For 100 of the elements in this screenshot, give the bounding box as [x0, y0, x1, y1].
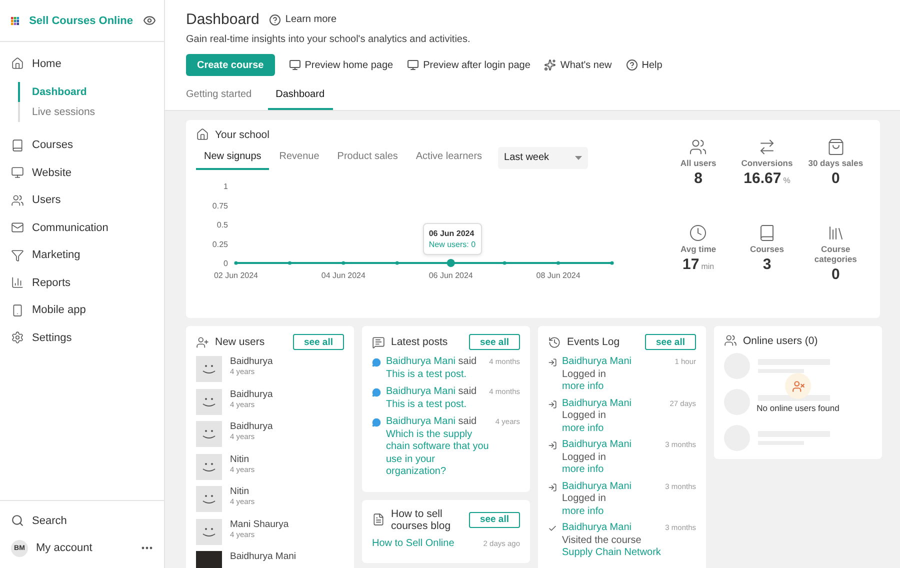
- event-link[interactable]: Supply Chain Network: [562, 547, 660, 560]
- nav-icon: [11, 248, 24, 262]
- stat-label: All users: [680, 158, 716, 168]
- see-all-button[interactable]: see all: [644, 334, 696, 350]
- comment-icon: [372, 358, 381, 367]
- blog-link[interactable]: How to Sell Online: [372, 538, 478, 550]
- nav-item[interactable]: Reports: [0, 269, 164, 296]
- stat-icon: [826, 224, 845, 242]
- stat-label: Course categories: [813, 244, 858, 264]
- nav-item[interactable]: Users: [0, 186, 164, 214]
- nav-item[interactable]: Courses: [0, 132, 164, 159]
- nav-icon: [11, 331, 24, 344]
- chart-tab[interactable]: New signups: [196, 145, 270, 170]
- nav-item[interactable]: Marketing: [0, 242, 164, 269]
- sparkle-icon: [544, 59, 556, 71]
- event-action: Logged in: [562, 410, 607, 422]
- toolbar-link[interactable]: Preview home page: [288, 59, 394, 71]
- post-link[interactable]: Which is the supply chain software that you use in your organization?: [386, 428, 490, 478]
- nav-item[interactable]: Settings: [0, 324, 164, 352]
- toolbar-link[interactable]: Help: [626, 59, 662, 71]
- event-user[interactable]: Baidhurya Mani: [562, 439, 660, 452]
- login-icon: [548, 358, 557, 367]
- data-point: [610, 261, 614, 265]
- event-user[interactable]: Baidhurya Mani: [562, 522, 660, 534]
- post-link[interactable]: This is a test post.: [386, 368, 484, 381]
- nav-icon: [11, 221, 24, 234]
- post-link[interactable]: This is a test post.: [386, 398, 484, 411]
- comment-icon: [372, 418, 381, 427]
- stat-icon: [689, 224, 708, 242]
- avatar-placeholder: [196, 518, 222, 544]
- stat-value: 0: [831, 170, 840, 187]
- stat-icon: [758, 224, 776, 242]
- history-icon: [548, 336, 561, 348]
- page-tab[interactable]: Getting started: [186, 82, 260, 110]
- empty-message: No online users found: [756, 403, 840, 413]
- post-author-line: Baidhurya Mani said: [386, 386, 478, 398]
- brand-name[interactable]: Sell Courses Online: [29, 14, 133, 26]
- nav-item[interactable]: Home: [0, 50, 164, 78]
- user-name: Baidhurya: [230, 356, 273, 368]
- user-name: Nitin: [230, 486, 250, 498]
- nav-item[interactable]: Mobile app: [0, 296, 164, 324]
- search-icon: [11, 514, 24, 528]
- chart-tab[interactable]: Active learners: [408, 145, 490, 170]
- nav-icon: [11, 276, 24, 290]
- chart-tab[interactable]: Product sales: [329, 145, 406, 170]
- data-point: [395, 261, 399, 265]
- data-point: [446, 259, 455, 267]
- page-tab[interactable]: Dashboard: [268, 82, 333, 110]
- data-point: [288, 261, 292, 265]
- message-icon: [372, 336, 385, 348]
- stat-label: Avg time: [680, 244, 716, 254]
- search-link[interactable]: Search: [0, 507, 164, 534]
- card-title: Latest posts: [372, 336, 448, 348]
- card-title: How to sell courses blog: [372, 508, 462, 532]
- data-point: [502, 261, 506, 265]
- avatar-placeholder: [196, 388, 222, 414]
- card-title: Your school: [196, 128, 664, 141]
- more-icon[interactable]: [141, 546, 153, 550]
- login-icon: [548, 482, 557, 492]
- event-link[interactable]: more info: [562, 506, 660, 518]
- event-link[interactable]: more info: [562, 422, 665, 435]
- axis-label: 0.75: [212, 201, 228, 210]
- nav-item[interactable]: Communication: [0, 214, 164, 242]
- users-icon: [724, 334, 737, 347]
- see-all-button[interactable]: see all: [292, 334, 344, 350]
- nav-icon: [11, 57, 24, 70]
- event-link[interactable]: more info: [562, 381, 670, 394]
- toolbar-link[interactable]: What's new: [544, 59, 612, 71]
- stat-label: 30 days sales: [808, 158, 864, 168]
- create-course-button[interactable]: Create course: [186, 54, 275, 76]
- comment-icon: [372, 388, 381, 397]
- users-icon: [196, 336, 209, 348]
- event-action: Logged in: [562, 493, 607, 506]
- post-author-line: Baidhurya Mani said: [386, 416, 478, 428]
- page-subtitle: Gain real-time insights into your school's analytics and activities.: [186, 34, 472, 45]
- event-user[interactable]: Baidhurya Mani: [562, 398, 665, 410]
- post-author-line: Baidhurya Mani said: [386, 356, 478, 368]
- see-all-button[interactable]: see all: [468, 512, 520, 528]
- page-title: Dashboard: [186, 11, 260, 28]
- event-link[interactable]: more info: [562, 464, 660, 476]
- event-user[interactable]: Baidhurya Mani: [562, 356, 670, 368]
- axis-label: 0.5: [216, 220, 228, 230]
- monitor-icon: [407, 59, 420, 71]
- toolbar-link[interactable]: Preview after login page: [407, 59, 530, 71]
- axis-label: 06 Jun 2024: [428, 271, 473, 280]
- stat-value: 17 min: [682, 256, 714, 273]
- nav-subitem[interactable]: Live sessions: [18, 102, 164, 122]
- chart-tab[interactable]: Revenue: [271, 145, 328, 170]
- data-point: [342, 261, 346, 265]
- axis-label: 02 Jun 2024: [214, 271, 258, 280]
- check-icon: [548, 524, 557, 533]
- nav-icon: [11, 304, 24, 317]
- event-user[interactable]: Baidhurya Mani: [562, 480, 660, 493]
- eye-icon[interactable]: [143, 14, 156, 27]
- stat-icon: [826, 138, 845, 156]
- learn-more-link[interactable]: Learn more: [269, 14, 337, 26]
- period-select[interactable]: Last week: [498, 146, 588, 168]
- stat-value: 0: [831, 266, 840, 283]
- see-all-button[interactable]: see all: [468, 334, 520, 350]
- nav-item[interactable]: Website: [0, 159, 164, 186]
